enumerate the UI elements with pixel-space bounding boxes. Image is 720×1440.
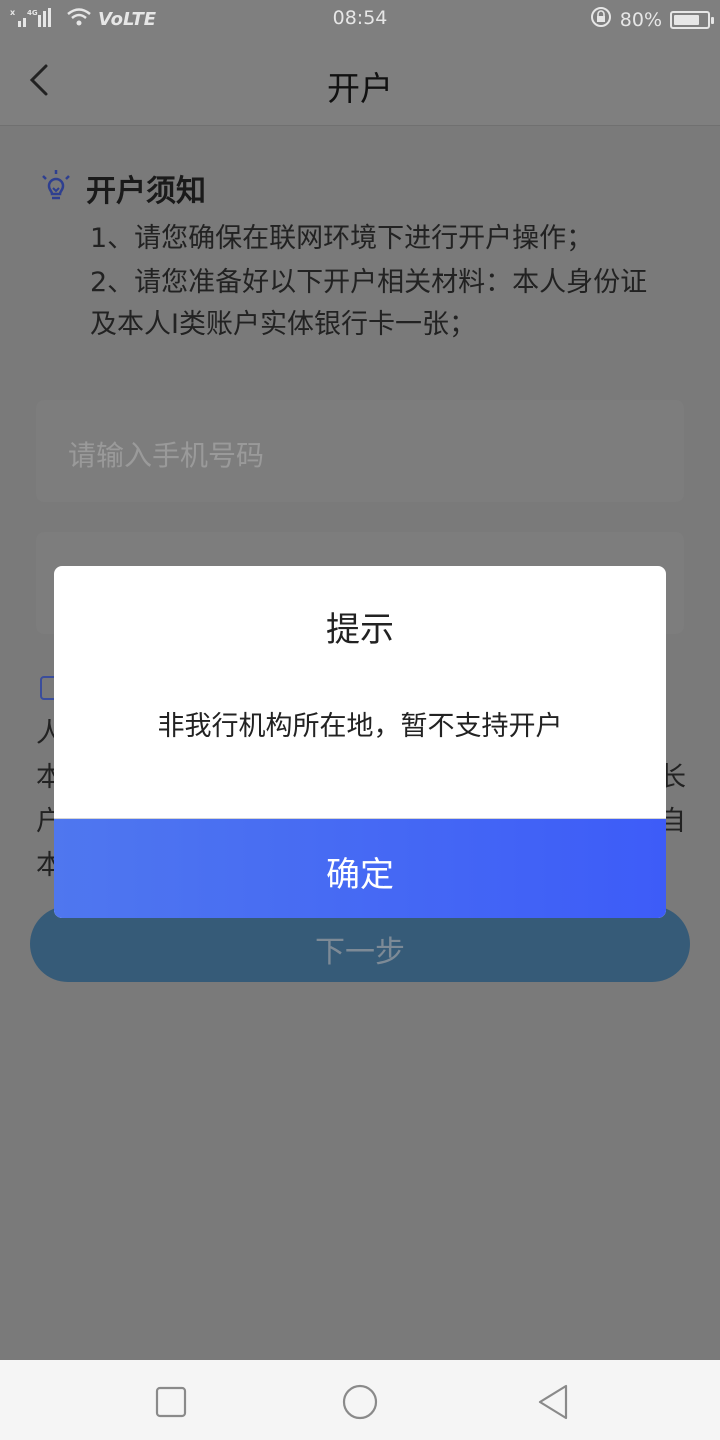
header: 开户 [0,36,720,126]
next-step-label: 下一步 [315,935,405,970]
page-title: 开户 [327,69,393,108]
recent-apps-button[interactable] [150,1382,190,1422]
confirm-button[interactable]: 确定 [54,818,666,918]
phone-placeholder: 请输入手机号码 [68,439,265,472]
dialog-title: 提示 [326,610,394,650]
circle-icon [342,1384,378,1420]
alert-dialog: 提示 非我行机构所在地，暂不支持开户 确定 [54,566,666,918]
home-button[interactable] [340,1382,380,1422]
phone-field[interactable]: 请输入手机号码 [36,400,684,502]
battery-fill [674,14,699,25]
lightbulb-icon [38,168,74,208]
notice-body: 1、请您确保在联网环境下进行开户操作； 2、请您准备好以下开户相关材料：本人身份… [90,218,670,346]
notice-line-1: 1、请您确保在联网环境下进行开户操作； [90,223,594,254]
triangle-back-icon [538,1384,568,1420]
notice-line-2: 2、请您准备好以下开户相关材料：本人身份证 [90,267,648,298]
system-nav-bar [0,1360,720,1440]
battery-icon [670,10,714,29]
dialog-message: 非我行机构所在地，暂不支持开户 [157,711,563,742]
notice-header: 开户须知 [38,166,206,210]
back-nav-button[interactable] [532,1382,572,1422]
status-right: 80% [590,6,714,33]
notice-title: 开户须知 [86,174,206,209]
status-bar: x 4G VoLTE 08:54 80% [0,0,720,36]
rotation-lock-icon [590,6,612,33]
confirm-label: 确定 [326,855,394,895]
battery-percent: 80% [619,8,662,31]
square-icon [155,1386,187,1418]
notice-line-3: 及本人I类账户实体银行卡一张； [90,309,476,340]
